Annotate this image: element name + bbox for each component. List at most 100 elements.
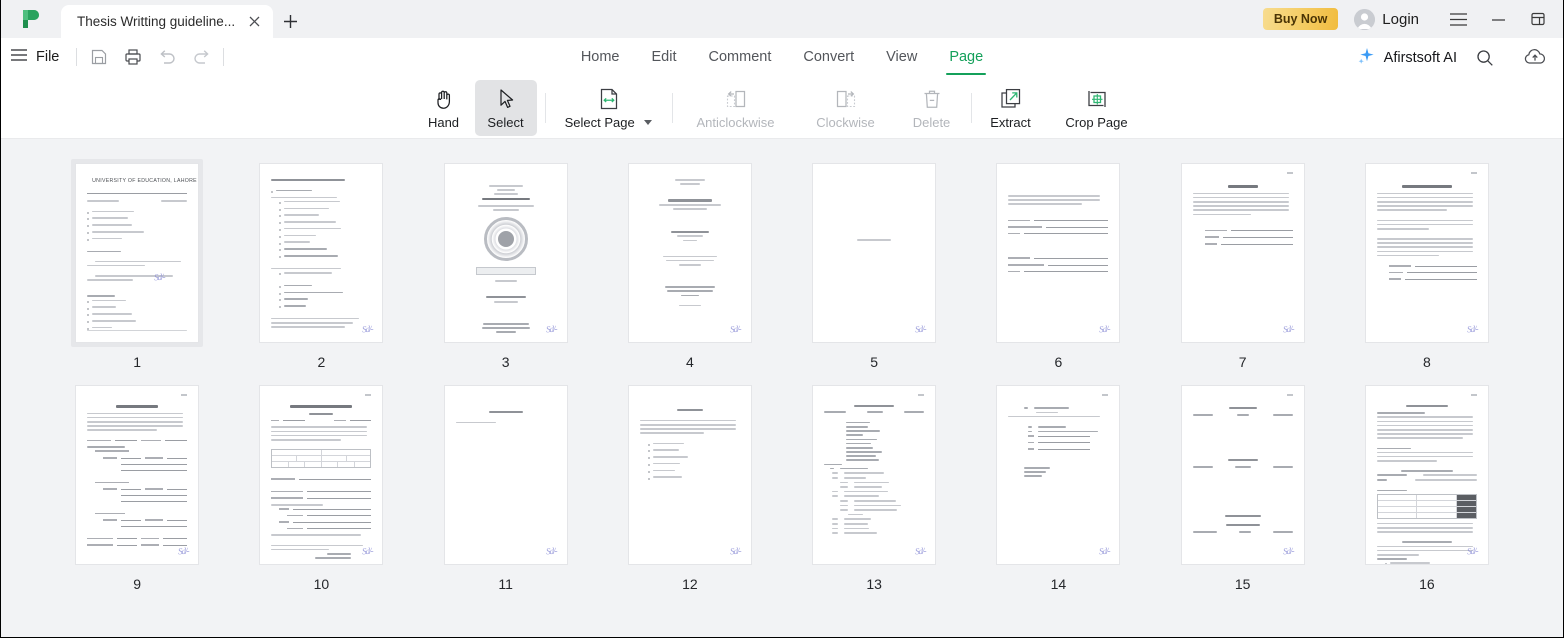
letterhead-title: UNIVERSITY OF EDUCATION, LAHORE <box>92 178 197 184</box>
rotate-right-icon <box>834 86 858 112</box>
page-thumbnail[interactable]: Sd/- <box>255 381 387 569</box>
page-preview: Sd/- <box>996 385 1121 565</box>
page-content: Sd/- <box>629 164 751 342</box>
page-thumbnail[interactable]: Sd/- <box>808 159 940 347</box>
page-toolbar: Hand Select Select Page Anticlockwise Cl… <box>1 77 1563 139</box>
page-preview: Sd/- <box>259 163 384 343</box>
page-number: 13 <box>866 576 882 592</box>
cursor-arrow-icon <box>494 86 518 112</box>
afirstsoft-ai-button[interactable]: Afirstsoft AI <box>1349 43 1465 73</box>
page-cell: UNIVERSITY OF EDUCATION, LAHORE Sd/- 1 <box>45 159 229 371</box>
page-thumbnail[interactable]: Sd/- <box>1177 159 1309 347</box>
signature-watermark: Sd/- <box>730 545 742 557</box>
page-thumbnail[interactable]: Sd/- <box>1177 381 1309 569</box>
login-button[interactable]: Login <box>1354 8 1419 30</box>
page-number: 1 <box>133 354 142 370</box>
page-preview: Sd/- <box>443 385 568 565</box>
seal-ribbon <box>475 266 536 275</box>
page-thumbnail[interactable]: UNIVERSITY OF EDUCATION, LAHORE Sd/- <box>71 159 204 347</box>
page-thumbnail[interactable]: Sd/- <box>440 159 572 347</box>
save-icon[interactable] <box>82 42 116 72</box>
close-icon[interactable] <box>245 13 263 31</box>
page-thumbnail[interactable]: Sd/- <box>255 159 387 347</box>
page-heading <box>1227 185 1258 188</box>
page-cell: Sd/- 9 <box>45 381 229 593</box>
extract-button[interactable]: Extract <box>980 80 1042 136</box>
extract-label: Extract <box>990 115 1031 130</box>
hamburger-menu-icon[interactable] <box>1439 2 1477 36</box>
page-thumbnail-canvas[interactable]: UNIVERSITY OF EDUCATION, LAHORE Sd/- 1 S… <box>1 139 1563 637</box>
page-folio <box>1286 172 1293 174</box>
crop-page-button[interactable]: Crop Page <box>1042 80 1152 136</box>
undo-icon <box>150 42 184 72</box>
restore-window-icon[interactable] <box>1519 2 1557 36</box>
page-number: 3 <box>501 354 510 370</box>
rotate-anticlockwise-label: Anticlockwise <box>696 115 775 130</box>
select-tool-button[interactable]: Select <box>474 79 537 136</box>
page-cell: Sd/- 11 <box>414 381 598 593</box>
page-preview: UNIVERSITY OF EDUCATION, LAHORE Sd/- <box>75 163 200 343</box>
tab-edit[interactable]: Edit <box>649 42 680 74</box>
print-icon[interactable] <box>116 42 150 72</box>
page-heading <box>1228 407 1257 410</box>
divider <box>671 92 673 123</box>
page-thumbnail[interactable]: Sd/- <box>992 381 1124 569</box>
cloud-upload-icon[interactable] <box>1519 43 1551 73</box>
page-content: Sd/- <box>1182 164 1304 342</box>
page-cell: Sd/- 15 <box>1151 381 1335 593</box>
buy-now-button[interactable]: Buy Now <box>1262 8 1339 30</box>
page-cell: Sd/- 7 <box>1151 159 1335 371</box>
page-content: Sd/- <box>260 164 382 342</box>
page-content: Sd/- <box>445 164 567 342</box>
page-thumbnail[interactable]: Sd/- <box>1361 159 1493 347</box>
title-bar: Thesis Writting guideline... Buy Now Log… <box>1 0 1563 38</box>
signature-watermark: Sd/- <box>177 545 189 557</box>
minimize-icon[interactable] <box>1479 2 1517 36</box>
page-folio <box>1470 394 1477 396</box>
page-number: 4 <box>685 354 694 370</box>
divider <box>544 92 546 123</box>
search-icon[interactable] <box>1469 43 1501 73</box>
page-folio <box>1102 394 1109 396</box>
page-content: Sd/- <box>997 164 1119 342</box>
tab-view[interactable]: View <box>883 42 920 74</box>
thumbnail-grid: UNIVERSITY OF EDUCATION, LAHORE Sd/- 1 S… <box>1 159 1563 593</box>
signature-watermark: Sd/- <box>1098 323 1110 335</box>
page-thumbnail[interactable]: Sd/- <box>624 381 756 569</box>
page-cell: Sd/- 5 <box>782 159 966 371</box>
plus-icon[interactable] <box>273 5 307 38</box>
page-content: UNIVERSITY OF EDUCATION, LAHORE Sd/- <box>76 164 198 342</box>
page-folio <box>365 394 372 396</box>
select-tool-label: Select <box>487 115 524 130</box>
page-thumbnail[interactable]: Sd/- <box>71 381 203 569</box>
page-folio <box>1286 394 1293 396</box>
page-preview: Sd/- <box>1364 385 1489 565</box>
page-thumbnail[interactable]: Sd/- <box>1361 381 1493 569</box>
binding-table <box>1376 493 1477 519</box>
user-avatar-icon <box>1354 8 1376 30</box>
menu-bar: File Home Edit Comment Convert View Page… <box>1 38 1563 77</box>
page-thumbnail[interactable]: Sd/- <box>992 159 1124 347</box>
document-tab[interactable]: Thesis Writting guideline... <box>61 5 274 38</box>
signature-watermark: Sd/- <box>1098 545 1110 557</box>
select-page-button[interactable]: Select Page <box>554 80 664 136</box>
page-thumbnail[interactable]: Sd/- <box>440 381 572 569</box>
page-thumbnail[interactable]: Sd/- <box>624 159 756 347</box>
file-menu-button[interactable]: File <box>1 38 71 77</box>
tab-page[interactable]: Page <box>946 42 987 75</box>
chevron-down-icon[interactable] <box>644 120 653 125</box>
page-cell: Sd/- 6 <box>966 159 1150 371</box>
select-page-text: Select Page <box>564 115 635 130</box>
divider <box>970 92 972 123</box>
rotate-clockwise-button: Clockwise <box>791 80 901 136</box>
page-content: Sd/- <box>1366 164 1488 342</box>
app-logo <box>1 0 61 38</box>
hand-tool-button[interactable]: Hand <box>413 80 475 136</box>
crop-page-icon <box>1085 86 1109 112</box>
tab-convert[interactable]: Convert <box>800 42 857 74</box>
tab-home[interactable]: Home <box>578 42 623 74</box>
tab-comment[interactable]: Comment <box>706 42 775 74</box>
delete-page-button: Delete <box>901 80 963 136</box>
page-thumbnail[interactable]: Sd/- <box>808 381 940 569</box>
signature-watermark: Sd/- <box>730 323 742 335</box>
